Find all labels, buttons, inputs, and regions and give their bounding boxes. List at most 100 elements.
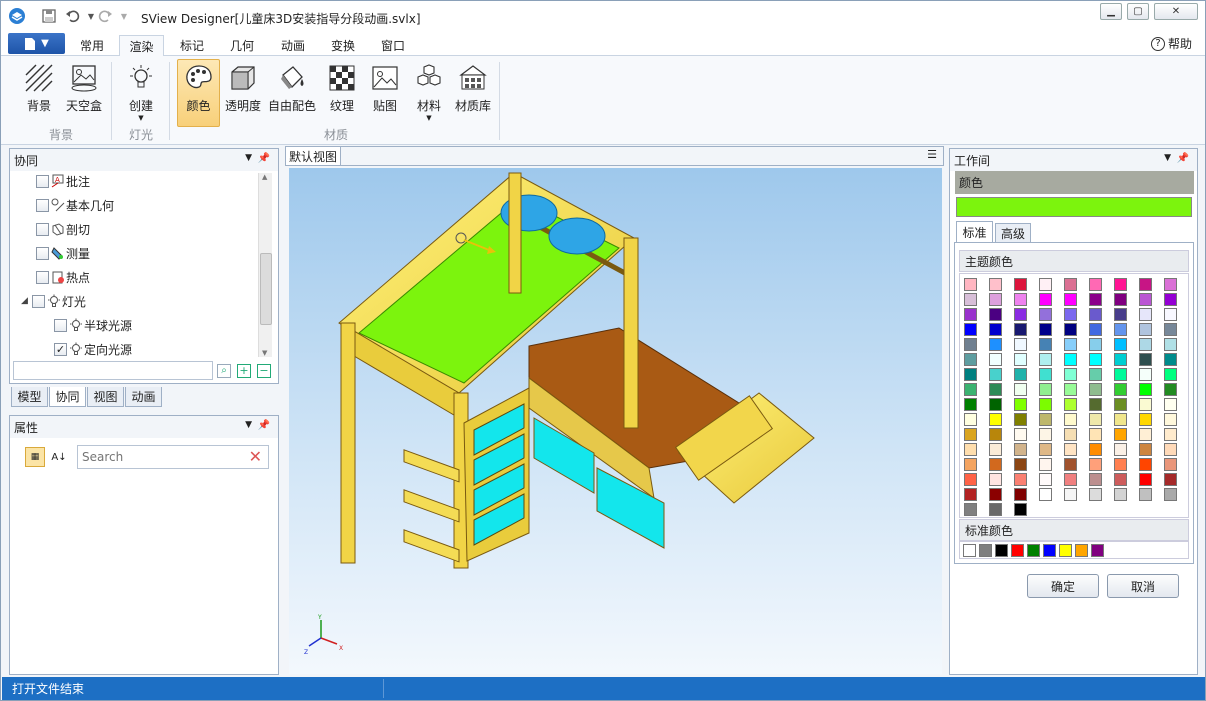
color-swatch[interactable]	[1139, 473, 1152, 486]
checkbox[interactable]	[36, 198, 49, 212]
tab-advanced[interactable]: 高级	[995, 223, 1031, 243]
color-swatch[interactable]	[1064, 308, 1077, 321]
save-icon[interactable]	[39, 6, 59, 26]
ok-button[interactable]: 确定	[1027, 574, 1099, 598]
checkbox[interactable]	[36, 174, 49, 188]
tree-item-section[interactable]: 剖切	[36, 219, 90, 239]
color-swatch[interactable]	[1114, 473, 1127, 486]
color-swatch[interactable]	[1164, 338, 1177, 351]
color-swatch[interactable]	[1164, 413, 1177, 426]
color-swatch[interactable]	[1014, 488, 1027, 501]
tab-geometry[interactable]: 几何	[223, 35, 261, 56]
color-swatch[interactable]	[1114, 368, 1127, 381]
color-swatch[interactable]	[1114, 443, 1127, 456]
tree-item-hotspot[interactable]: 热点	[36, 267, 90, 287]
checkbox[interactable]	[54, 318, 67, 332]
color-swatch[interactable]	[1114, 458, 1127, 471]
color-swatch[interactable]	[964, 383, 977, 396]
color-swatch[interactable]	[1114, 293, 1127, 306]
tab-window[interactable]: 窗口	[374, 35, 412, 56]
panel-menu-icon[interactable]: ▼	[245, 420, 252, 430]
checkbox[interactable]	[31, 294, 45, 308]
standard-color-swatch[interactable]	[979, 544, 992, 557]
color-swatch[interactable]	[1164, 353, 1177, 366]
search-input[interactable]	[82, 447, 242, 467]
tree-filter-input[interactable]	[13, 361, 213, 380]
help-button[interactable]: ? 帮助	[1151, 35, 1192, 52]
color-swatch[interactable]	[1089, 293, 1102, 306]
color-swatch[interactable]	[989, 368, 1002, 381]
standard-color-swatch[interactable]	[1059, 544, 1072, 557]
checkbox[interactable]	[36, 222, 49, 236]
decal-button[interactable]: 贴图	[365, 60, 405, 122]
pin-icon[interactable]: 📌	[258, 153, 270, 164]
color-swatch[interactable]	[1014, 413, 1027, 426]
color-swatch[interactable]	[1089, 428, 1102, 441]
color-swatch[interactable]	[1064, 353, 1077, 366]
free-coloring-button[interactable]: 自由配色	[267, 60, 317, 122]
tab-collab[interactable]: 协同	[49, 387, 86, 407]
file-menu-button[interactable]: ▼	[8, 33, 65, 54]
3d-viewport[interactable]: Y X Z	[289, 168, 942, 674]
color-swatch[interactable]	[989, 383, 1002, 396]
color-swatch[interactable]	[1064, 488, 1077, 501]
view-tab-default[interactable]: 默认视图	[286, 147, 342, 165]
color-swatch[interactable]	[989, 293, 1002, 306]
close-button[interactable]: ✕	[1154, 3, 1198, 20]
color-swatch[interactable]	[1089, 443, 1102, 456]
color-swatch[interactable]	[1164, 383, 1177, 396]
checkbox[interactable]	[36, 246, 49, 260]
color-swatch[interactable]	[1014, 473, 1027, 486]
color-swatch[interactable]	[1064, 323, 1077, 336]
color-swatch[interactable]	[1064, 413, 1077, 426]
color-swatch[interactable]	[1064, 338, 1077, 351]
scroll-down-icon[interactable]: ▼	[262, 349, 267, 357]
expand-all-icon[interactable]: +	[237, 364, 251, 378]
checkbox-checked[interactable]: ✓	[54, 342, 67, 356]
color-swatch[interactable]	[1139, 413, 1152, 426]
cancel-button[interactable]: 取消	[1107, 574, 1179, 598]
color-swatch[interactable]	[964, 413, 977, 426]
tab-transform[interactable]: 变换	[324, 35, 362, 56]
color-swatch[interactable]	[1014, 428, 1027, 441]
color-swatch[interactable]	[1114, 428, 1127, 441]
color-swatch[interactable]	[1039, 368, 1052, 381]
app-logo-icon[interactable]	[7, 6, 27, 26]
color-swatch[interactable]	[1089, 413, 1102, 426]
color-swatch[interactable]	[1164, 308, 1177, 321]
color-swatch[interactable]	[1139, 383, 1152, 396]
material-library-button[interactable]: 材质库	[453, 60, 493, 122]
color-swatch[interactable]	[1164, 293, 1177, 306]
color-swatch[interactable]	[1014, 338, 1027, 351]
color-swatch[interactable]	[964, 443, 977, 456]
color-swatch[interactable]	[1139, 353, 1152, 366]
color-swatch[interactable]	[1114, 323, 1127, 336]
color-swatch[interactable]	[1014, 308, 1027, 321]
color-swatch[interactable]	[1064, 473, 1077, 486]
color-swatch[interactable]	[989, 473, 1002, 486]
tab-view[interactable]: 视图	[87, 387, 124, 407]
color-swatch[interactable]	[1039, 338, 1052, 351]
current-color-bar[interactable]	[956, 197, 1192, 217]
tab-animation-panel[interactable]: 动画	[125, 387, 162, 407]
color-swatch[interactable]	[1064, 458, 1077, 471]
transparency-button[interactable]: 透明度	[223, 60, 263, 122]
color-swatch[interactable]	[964, 368, 977, 381]
expand-icon[interactable]: ◢	[21, 296, 28, 306]
color-swatch[interactable]	[1039, 413, 1052, 426]
color-swatch[interactable]	[989, 308, 1002, 321]
color-swatch[interactable]	[1139, 278, 1152, 291]
color-swatch[interactable]	[964, 428, 977, 441]
view-menu-icon[interactable]: ☰	[927, 148, 937, 161]
color-swatch[interactable]	[1064, 368, 1077, 381]
color-swatch[interactable]	[1089, 368, 1102, 381]
color-swatch[interactable]	[1014, 458, 1027, 471]
color-swatch[interactable]	[1014, 353, 1027, 366]
tab-model[interactable]: 模型	[11, 387, 48, 407]
color-swatch[interactable]	[1039, 308, 1052, 321]
color-swatch[interactable]	[964, 353, 977, 366]
color-swatch[interactable]	[964, 308, 977, 321]
collapse-all-icon[interactable]: −	[257, 364, 271, 378]
minimize-button[interactable]: ▁	[1100, 3, 1122, 20]
color-swatch[interactable]	[1089, 488, 1102, 501]
